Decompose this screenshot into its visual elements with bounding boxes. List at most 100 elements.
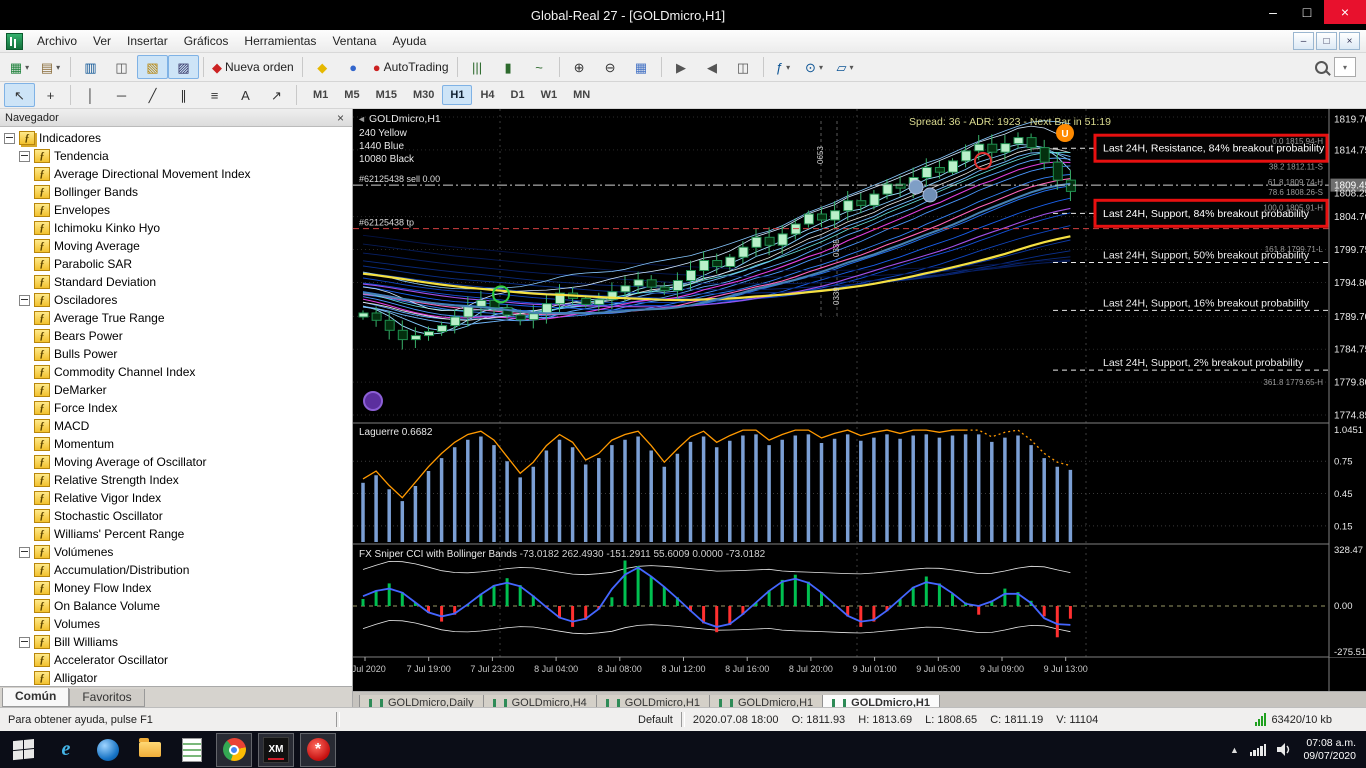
tree-item-parabolic-sar[interactable]: Parabolic SAR [0,255,352,273]
chrome-icon[interactable] [216,732,252,767]
tile-windows-button[interactable]: ◫ [728,55,759,79]
timeframe-w1[interactable]: W1 [533,85,566,105]
menu-ventana[interactable]: Ventana [324,31,384,51]
app-sphere-icon[interactable] [90,733,126,767]
navigator-tab-favoritos[interactable]: Favoritos [69,689,145,707]
timeframe-m1[interactable]: M1 [305,85,336,105]
cursor-button[interactable]: ↖ [4,83,35,107]
status-profile[interactable]: Default [638,714,673,726]
tree-item-indicadores[interactable]: Indicadores [0,129,352,147]
menu-archivo[interactable]: Archivo [29,31,85,51]
menu-herramientas[interactable]: Herramientas [236,31,324,51]
tray-expand-icon[interactable]: ▲ [1230,745,1239,755]
market-watch-button[interactable]: ▥ [75,55,106,79]
mdi-restore-button[interactable]: □ [1316,32,1337,50]
tree-item-alligator[interactable]: Alligator [0,669,352,686]
timeframe-m5[interactable]: M5 [336,85,367,105]
notepad-icon[interactable] [174,733,210,767]
mt4-red-icon[interactable]: * [300,732,336,767]
menu-ayuda[interactable]: Ayuda [384,31,434,51]
tree-item-vol-menes[interactable]: Volúmenes [0,543,352,561]
zoom-in-button[interactable]: ⊕ [564,55,595,79]
tree-item-money-flow-index[interactable]: Money Flow Index [0,579,352,597]
tree-item-on-balance-volume[interactable]: On Balance Volume [0,597,352,615]
line-chart-button[interactable]: ~ [524,55,555,79]
tree-item-bill-williams[interactable]: Bill Williams [0,633,352,651]
profiles-button[interactable]: ▤ ▾ [35,55,66,79]
timeframe-m15[interactable]: M15 [368,85,405,105]
tree-item-osciladores[interactable]: Osciladores [0,291,352,309]
data-window-button[interactable]: ◫ [106,55,137,79]
tree-item-stochastic-oscillator[interactable]: Stochastic Oscillator [0,507,352,525]
mdi-close-button[interactable]: × [1339,32,1360,50]
chart-area[interactable]: #62125438 sell 0.00 #62125438 tp Last 24H,… [353,109,1366,691]
vertical-line-button[interactable]: │ [75,83,106,107]
tree-item-bears-power[interactable]: Bears Power [0,327,352,345]
text-label-button[interactable]: A [230,83,261,107]
chart-shift-button[interactable]: ◀ [697,55,728,79]
mdi-minimize-button[interactable]: – [1293,32,1314,50]
collapse-icon[interactable] [19,636,30,648]
tree-item-force-index[interactable]: Force Index [0,399,352,417]
new-chart-button[interactable]: ▦ ▾ [4,55,35,79]
arrow-objects-button[interactable]: ↗ [261,83,292,107]
collapse-icon[interactable] [19,150,30,162]
timeframe-m30[interactable]: M30 [405,85,442,105]
tree-item-moving-average[interactable]: Moving Average [0,237,352,255]
tree-item-standard-deviation[interactable]: Standard Deviation [0,273,352,291]
tree-item-moving-average-of-oscillator[interactable]: Moving Average of Oscillator [0,453,352,471]
expert-advisors-button[interactable]: ● [338,55,369,79]
navigator-button[interactable]: ▧ [137,55,168,79]
timeframe-mn[interactable]: MN [565,85,598,105]
navigator-tab-com-n[interactable]: Común [2,688,70,707]
taskbar-clock[interactable]: 07:08 a.m. 09/07/2020 [1303,737,1356,763]
fibonacci-button[interactable]: ≡ [199,83,230,107]
tree-item-demarker[interactable]: DeMarker [0,381,352,399]
search-icon[interactable] [1315,60,1328,74]
table-grid-button[interactable]: ▦ [626,55,657,79]
autotrading-button[interactable]: ● AutoTrading [369,55,453,79]
minimize-button[interactable]: – [1256,0,1290,24]
auto-scroll-button[interactable]: ▶ [666,55,697,79]
zoom-out-button[interactable]: ⊖ [595,55,626,79]
horizontal-line-button[interactable]: ─ [106,83,137,107]
tree-item-average-true-range[interactable]: Average True Range [0,309,352,327]
tree-item-envelopes[interactable]: Envelopes [0,201,352,219]
metaeditor-button[interactable]: ◆ [307,55,338,79]
tree-item-commodity-channel-index[interactable]: Commodity Channel Index [0,363,352,381]
tree-item-ichimoku-kinko-hyo[interactable]: Ichimoku Kinko Hyo [0,219,352,237]
crosshair-button[interactable]: + [35,83,66,107]
timeframe-d1[interactable]: D1 [503,85,533,105]
tree-item-momentum[interactable]: Momentum [0,435,352,453]
templates-button[interactable]: ▱ ▾ [830,55,861,79]
menu-gr-ficos[interactable]: Gráficos [176,31,237,51]
close-button[interactable]: × [1324,0,1366,24]
menu-ver[interactable]: Ver [85,31,119,51]
ie-icon[interactable]: e [48,733,84,767]
menu-insertar[interactable]: Insertar [119,31,176,51]
candlestick-chart-button[interactable]: ▮ [493,55,524,79]
tree-item-tendencia[interactable]: Tendencia [0,147,352,165]
new-order-button[interactable]: ◆ Nueva orden [208,55,298,79]
maximize-button[interactable]: □ [1290,0,1324,24]
timeframe-h1[interactable]: H1 [442,85,473,105]
xm-icon[interactable]: XM [258,732,294,767]
collapse-icon[interactable] [4,132,15,144]
collapse-icon[interactable] [19,294,30,306]
timeframe-h4[interactable]: H4 [472,85,502,105]
collapse-icon[interactable] [19,546,30,558]
equidistant-channel-button[interactable]: ∥ [168,83,199,107]
navigator-close-icon[interactable]: × [334,111,347,125]
search-dropdown[interactable]: ▾ [1334,57,1356,77]
tree-item-bulls-power[interactable]: Bulls Power [0,345,352,363]
terminal-button[interactable]: ▨ [168,55,199,79]
tree-item-accumulation-distribution[interactable]: Accumulation/Distribution [0,561,352,579]
tree-item-accelerator-oscillator[interactable]: Accelerator Oscillator [0,651,352,669]
folder-icon[interactable] [132,733,168,767]
bar-chart-button[interactable]: ||| [462,55,493,79]
start-button[interactable] [6,733,42,767]
tree-item-bollinger-bands[interactable]: Bollinger Bands [0,183,352,201]
tree-item-macd[interactable]: MACD [0,417,352,435]
indicators-button[interactable]: ƒ ▾ [768,55,799,79]
tree-item-relative-vigor-index[interactable]: Relative Vigor Index [0,489,352,507]
